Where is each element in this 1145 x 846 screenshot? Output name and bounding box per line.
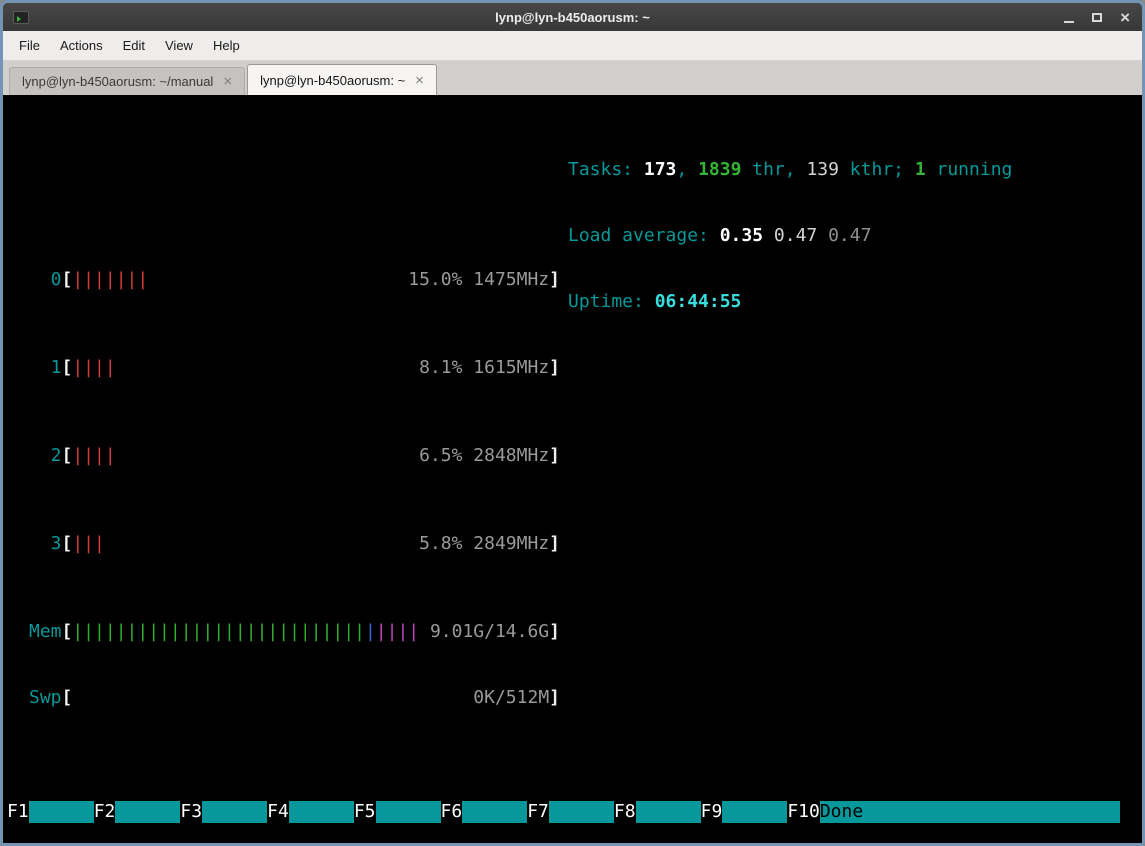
cpu-meter-bar: |||| [72,357,115,379]
close-icon[interactable]: × [1120,9,1130,26]
function-key[interactable]: F10 [787,801,820,823]
load-average-line: Load average: 0.350.470.47 [568,225,1012,247]
cpu-meter-bar: ||||||| [72,269,148,291]
menu-view[interactable]: View [155,33,203,58]
minimize-icon[interactable] [1064,21,1074,23]
load-15min: 0.47 [828,225,871,247]
tab-close-icon[interactable]: × [415,73,424,88]
function-key-label[interactable] [462,801,527,823]
function-key-label[interactable] [29,801,94,823]
load-1min: 0.35 [720,225,763,247]
swap-meter-label: Swp [29,687,62,709]
tabbar: lynp@lyn-b450aorusm: ~/manual × lynp@lyn… [3,61,1142,95]
cpu-meter-label: 1 [29,357,62,379]
function-key[interactable]: F5 [354,801,376,823]
terminal-tab[interactable]: lynp@lyn-b450aorusm: ~ × [247,64,437,95]
cpu-meter-label: 0 [29,269,62,291]
function-key-label[interactable] [289,801,354,823]
tasks-line: Tasks: 173, 1839 thr, 139 kthr; 1 runnin… [568,159,1012,181]
function-key[interactable]: F4 [267,801,289,823]
terminal-tab[interactable]: lynp@lyn-b450aorusm: ~/manual × [9,67,245,95]
cpu-meter: 3[ ||| 5.8% 2849MHz ] [29,533,560,555]
function-key[interactable]: F6 [441,801,463,823]
titlebar: lynp@lyn-b450aorusm: ~ × [3,3,1142,31]
function-key[interactable]: F8 [614,801,636,823]
function-key-label[interactable] [549,801,614,823]
memory-meter-value: 9.01G/14.6G [430,621,549,643]
load-5min: 0.47 [774,225,817,247]
memory-meter-label: Mem [29,621,62,643]
kthreads-count: 139 [806,159,839,181]
cpu-meter-value: 6.5% 2848MHz [419,445,549,467]
function-key[interactable]: F2 [94,801,116,823]
maximize-icon[interactable] [1092,13,1102,22]
cpu-meter-value: 15.0% 1475MHz [408,269,549,291]
tasks-count: 173 [644,159,677,181]
window-title: lynp@lyn-b450aorusm: ~ [3,10,1142,25]
cpu-meter-bar: ||| [72,533,105,555]
memory-meter: Mem[ |||||||||||||||||||||||||||||||| 9.… [29,621,560,643]
menu-actions[interactable]: Actions [50,33,113,58]
uptime-line: Uptime: 06:44:55 [568,291,1012,313]
tab-label: lynp@lyn-b450aorusm: ~/manual [22,74,213,89]
cpu-meter: 0[ ||||||| 15.0% 1475MHz ] [29,269,560,291]
function-key-label[interactable] [376,801,441,823]
tab-label: lynp@lyn-b450aorusm: ~ [260,73,405,88]
cpu-meter-label: 2 [29,445,62,467]
menu-file[interactable]: File [9,33,50,58]
swap-meter-value: 0K/512M [473,687,549,709]
function-key-label[interactable] [202,801,267,823]
htop-info-column: Tasks: 173, 1839 thr, 139 kthr; 1 runnin… [568,115,1012,357]
function-key[interactable]: F9 [701,801,723,823]
function-key[interactable]: F1 [7,801,29,823]
terminal-content[interactable]: 0[ ||||||| 15.0% 1475MHz ] 1[ |||| [3,95,1142,843]
cpu-meter-bar: |||| [72,445,115,467]
running-count: 1 [915,159,926,181]
function-key-label[interactable] [636,801,701,823]
cpu-meter-label: 3 [29,533,62,555]
cpu-meter: 1[ |||| 8.1% 1615MHz ] [29,357,560,379]
memory-meter-bar: |||||||||||||||||||||||||||||||| [72,621,419,643]
terminal-window: lynp@lyn-b450aorusm: ~ × File Actions Ed… [0,0,1145,846]
cpu-meter-value: 5.8% 2849MHz [419,533,549,555]
threads-count: 1839 [698,159,741,181]
function-key-label[interactable] [722,801,787,823]
menu-edit[interactable]: Edit [113,33,155,58]
function-key[interactable]: F7 [527,801,549,823]
function-key-label[interactable] [115,801,180,823]
terminal-app-icon [13,11,29,24]
uptime-value: 06:44:55 [655,291,742,313]
function-key[interactable]: F3 [180,801,202,823]
menu-help[interactable]: Help [203,33,250,58]
cpu-meter: 2[ |||| 6.5% 2848MHz ] [29,445,560,467]
function-key-label[interactable]: Done [820,801,1120,823]
function-key-bar: F1 F2 F3 F4 F5 F6 F7 F8 F9 F10Done [7,801,1120,823]
swap-meter: Swp[ 0K/512M ] [29,687,560,709]
menubar: File Actions Edit View Help [3,31,1142,61]
tab-close-icon[interactable]: × [223,74,232,89]
cpu-meter-value: 8.1% 1615MHz [419,357,549,379]
